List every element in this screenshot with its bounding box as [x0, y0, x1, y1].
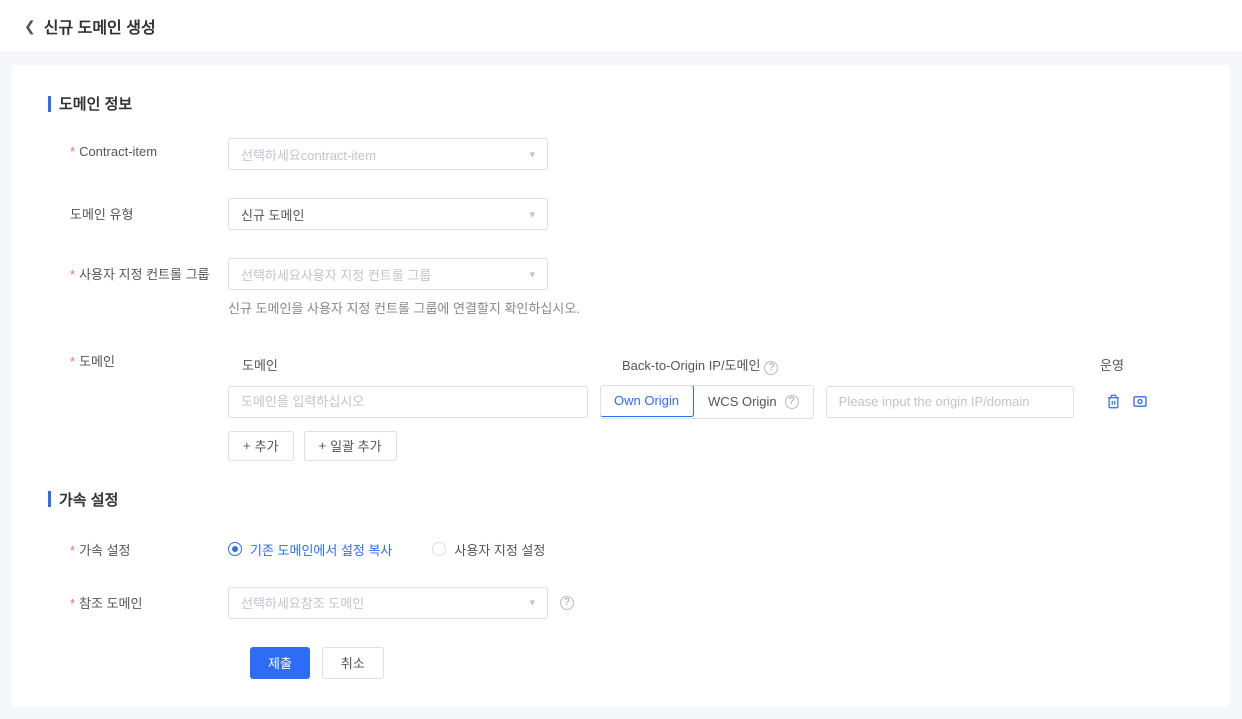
radio-copy-existing[interactable]: 기존 도메인에서 설정 복사	[228, 540, 392, 559]
origin-tabs: Own Origin WCS Origin?	[600, 385, 814, 419]
origin-input[interactable]	[826, 386, 1074, 418]
row-accel-config: *가속 설정 기존 도메인에서 설정 복사 사용자 지정 설정	[48, 534, 1194, 559]
control-group-hint: 신규 도메인을 사용자 지정 컨트롤 그룹에 연결할지 확인하십시오.	[228, 298, 1194, 317]
plus-icon: +	[243, 438, 251, 453]
row-domain: *도메인 도메인 Back-to-Origin IP/도메인? 운영 Own O…	[48, 345, 1194, 461]
ref-domain-select[interactable]: 선택하세요참조 도메인 ▾	[228, 587, 548, 619]
required-mark: *	[70, 144, 75, 159]
label-control-group: *사용자 지정 컨트롤 그룹	[48, 258, 228, 283]
domain-input-row: Own Origin WCS Origin?	[228, 385, 1194, 419]
required-mark: *	[70, 354, 75, 369]
chevron-down-icon: ▾	[529, 148, 535, 161]
row-control-group: *사용자 지정 컨트롤 그룹 선택하세요사용자 지정 컨트롤 그룹 ▾ 신규 도…	[48, 258, 1194, 317]
section-header-accel: 가속 설정	[48, 489, 1194, 510]
domain-input[interactable]	[228, 386, 588, 418]
col-header-origin: Back-to-Origin IP/도메인?	[622, 355, 1100, 375]
control-group-select[interactable]: 선택하세요사용자 지정 컨트롤 그룹 ▾	[228, 258, 548, 290]
accel-radio-group: 기존 도메인에서 설정 복사 사용자 지정 설정	[228, 534, 1194, 559]
footer-buttons: 제출 취소	[48, 647, 1194, 679]
back-chevron-icon[interactable]: ❮	[24, 18, 36, 35]
label-accel-config: *가속 설정	[48, 534, 228, 559]
delete-icon[interactable]	[1106, 394, 1122, 410]
batch-add-button[interactable]: +일괄 추가	[304, 431, 397, 461]
required-mark: *	[70, 543, 75, 558]
required-mark: *	[70, 596, 75, 611]
row-contract-item: *Contract-item 선택하세요contract-item ▾	[48, 138, 1194, 170]
section-title-accel: 가속 설정	[59, 489, 118, 510]
chevron-down-icon: ▾	[529, 596, 535, 609]
radio-icon-unchecked	[432, 542, 446, 556]
row-ref-domain: *참조 도메인 선택하세요참조 도메인 ▾ ?	[48, 587, 1194, 619]
content-wrapper: 도메인 정보 *Contract-item 선택하세요contract-item…	[0, 53, 1242, 719]
section-header-domain-info: 도메인 정보	[48, 93, 1194, 114]
label-contract-item: *Contract-item	[48, 138, 228, 159]
contract-item-select[interactable]: 선택하세요contract-item ▾	[228, 138, 548, 170]
label-domain: *도메인	[48, 345, 228, 370]
help-icon[interactable]: ?	[560, 596, 574, 610]
chevron-down-icon: ▾	[529, 208, 535, 221]
col-header-ops: 운영	[1100, 355, 1180, 375]
tab-wcs-origin[interactable]: WCS Origin?	[693, 386, 813, 418]
help-icon[interactable]: ?	[764, 361, 778, 375]
page-title: 신규 도메인 생성	[44, 14, 156, 38]
view-icon[interactable]	[1132, 394, 1148, 410]
col-header-domain: 도메인	[242, 355, 622, 375]
form-card: 도메인 정보 *Contract-item 선택하세요contract-item…	[12, 65, 1230, 707]
row-domain-type: 도메인 유형 신규 도메인 ▾	[48, 198, 1194, 230]
cancel-button[interactable]: 취소	[322, 647, 384, 679]
label-domain-type: 도메인 유형	[48, 198, 228, 223]
tab-own-origin[interactable]: Own Origin	[600, 385, 694, 417]
chevron-down-icon: ▾	[529, 268, 535, 281]
section-title-domain-info: 도메인 정보	[59, 93, 132, 114]
add-button[interactable]: +추가	[228, 431, 294, 461]
label-ref-domain: *참조 도메인	[48, 587, 228, 612]
required-mark: *	[70, 267, 75, 282]
page-header: ❮ 신규 도메인 생성	[0, 0, 1242, 53]
section-bar-icon	[48, 96, 51, 112]
plus-icon: +	[319, 438, 327, 453]
row-actions	[1106, 394, 1148, 410]
radio-icon-checked	[228, 542, 242, 556]
add-buttons: +추가 +일괄 추가	[228, 431, 1194, 461]
domain-type-select[interactable]: 신규 도메인 ▾	[228, 198, 548, 230]
help-icon[interactable]: ?	[785, 395, 799, 409]
domain-table-header: 도메인 Back-to-Origin IP/도메인? 운영	[228, 345, 1194, 385]
section-bar-icon	[48, 491, 51, 507]
submit-button[interactable]: 제출	[250, 647, 310, 679]
radio-custom-config[interactable]: 사용자 지정 설정	[432, 540, 545, 559]
